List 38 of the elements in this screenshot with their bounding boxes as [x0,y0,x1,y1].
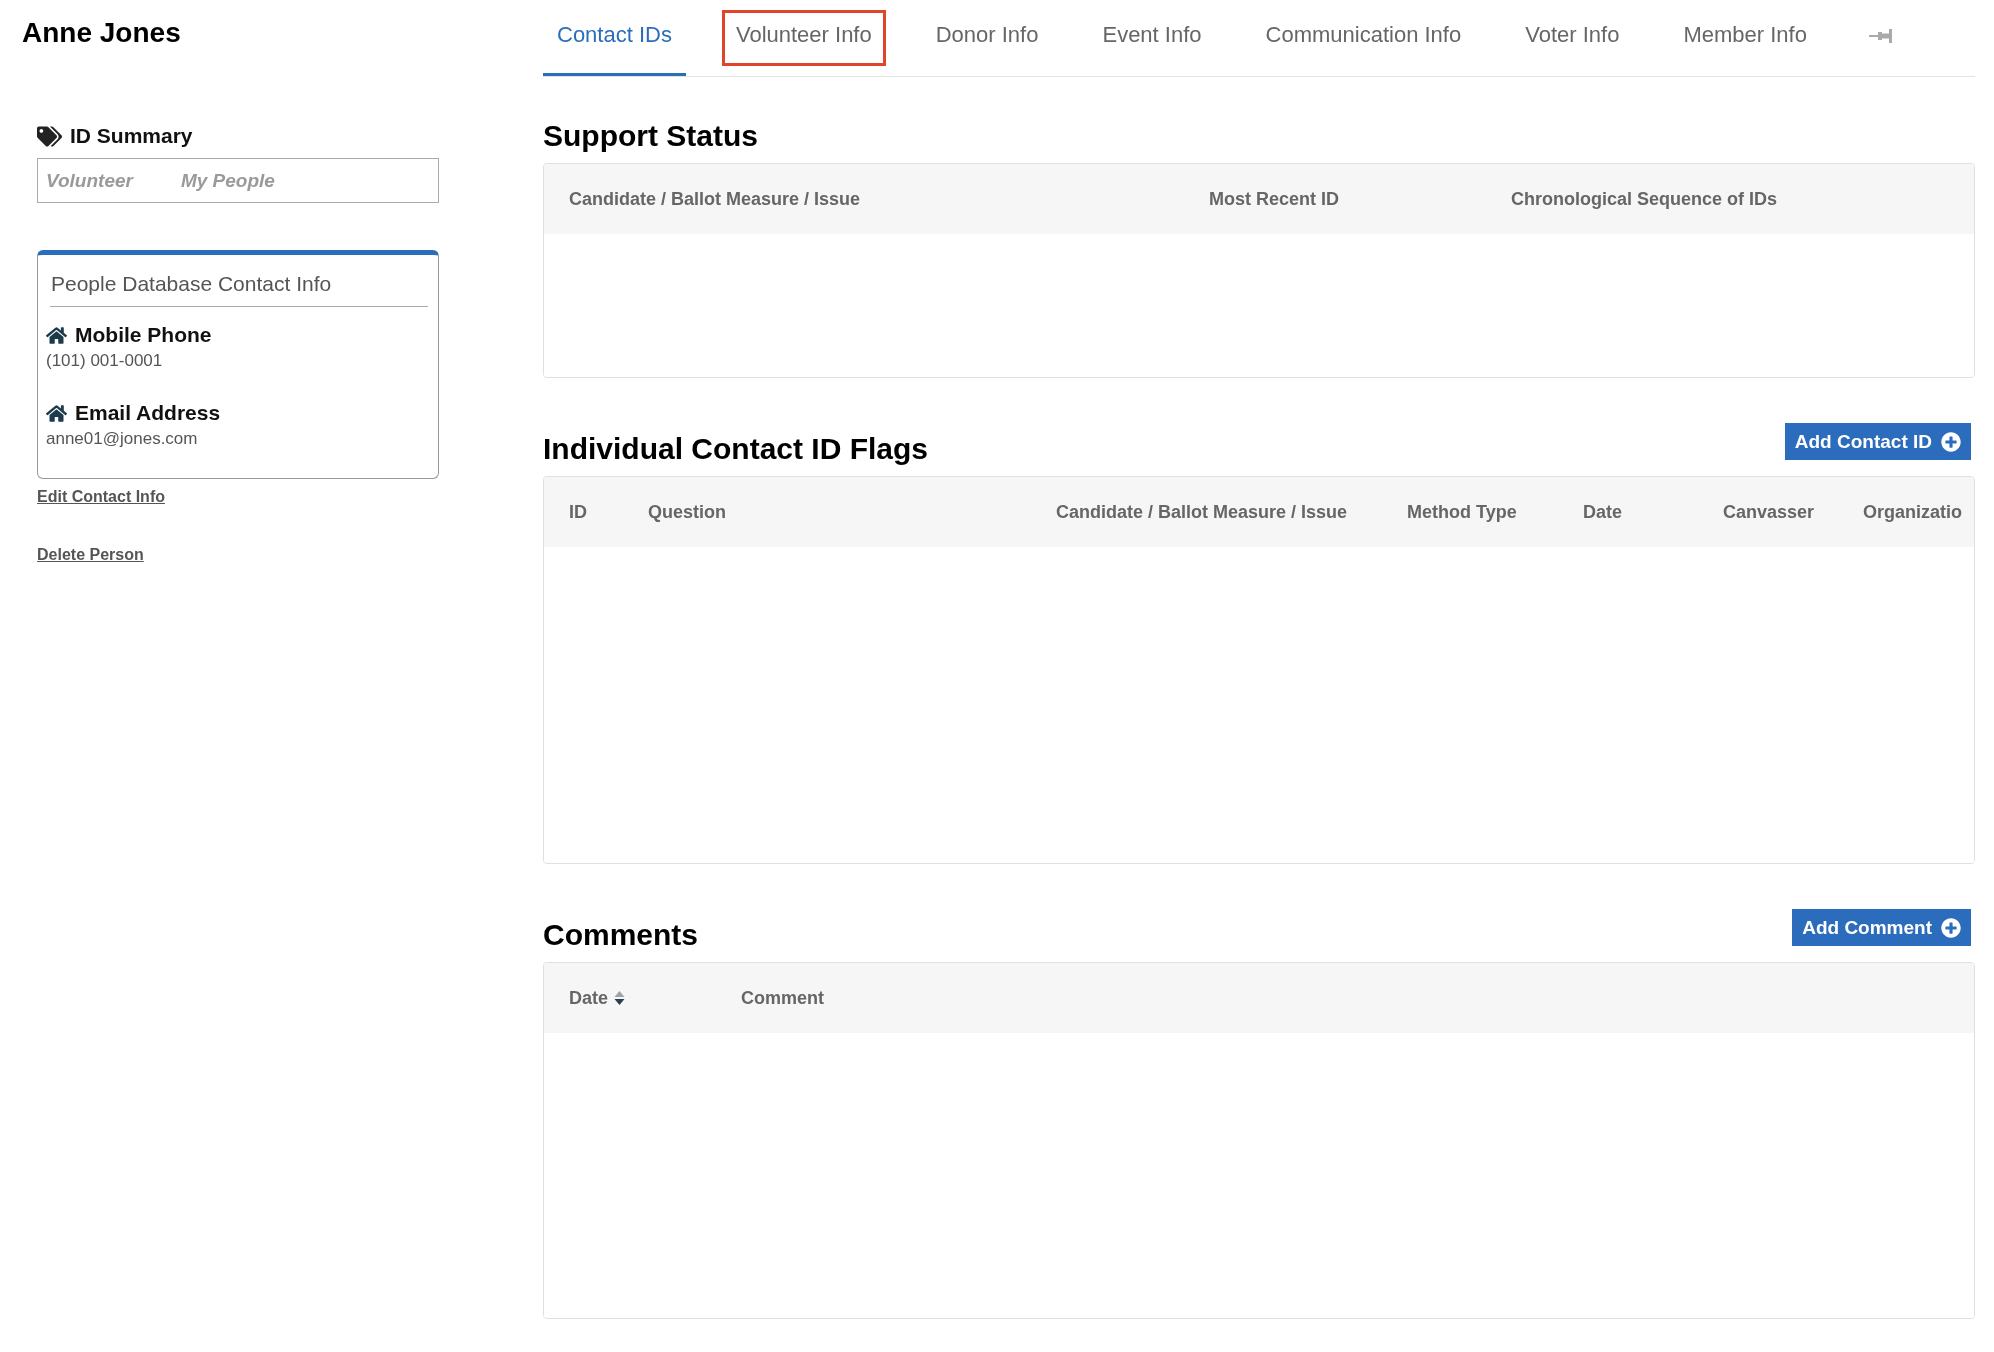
sidebar-link[interactable]: Edit Contact Info [37,487,165,507]
tab[interactable]: Event Info [1088,10,1216,76]
summary-tag: My People [180,169,275,192]
contact-label: Mobile Phone [75,323,212,347]
column-header: Question [648,501,726,523]
column-header: Organizatio [1863,501,1962,523]
card-title: People Database Contact Info [50,271,428,307]
home-icon [46,402,67,424]
tab[interactable]: Contact IDs [543,10,686,76]
sidebar-link[interactable]: Delete Person [37,545,144,565]
tab[interactable]: Voter Info [1511,10,1634,76]
column-header: Date [1583,501,1622,523]
id-summary-title: ID Summary [70,124,193,148]
contact-label: Email Address [75,401,221,425]
section-title: Comments [543,917,699,953]
add-button[interactable]: Add Contact ID [1784,423,1971,460]
section-title: Support Status [543,118,758,154]
column-header: Comment [741,987,824,1009]
contact-value: (101) 001-0001 [46,350,164,372]
column-header: Date [569,987,608,1009]
tab[interactable]: Volunteer Info [721,10,886,76]
sort-icon[interactable] [614,990,625,1006]
tab[interactable]: Donor Info [921,10,1053,76]
add-button[interactable]: Add Comment [1792,909,1971,946]
person-name: Anne Jones [22,16,181,50]
column-header: Candidate / Ballot Measure / Issue [569,188,861,210]
column-header: ID [569,501,587,523]
contact-value: anne01@jones.com [46,428,199,450]
section-title: Individual Contact ID Flags [543,431,929,467]
summary-tag: Volunteer [46,169,133,192]
column-header: Chronological Sequence of IDs [1511,188,1778,210]
column-header: Method Type [1407,501,1517,523]
column-header: Canvasser [1723,501,1815,523]
column-header: Candidate / Ballot Measure / Issue [1056,501,1348,523]
home-icon [46,324,67,346]
column-header: Most Recent ID [1209,188,1340,210]
tab[interactable]: Member Info [1669,10,1821,76]
tab[interactable]: Communication Info [1251,10,1476,76]
